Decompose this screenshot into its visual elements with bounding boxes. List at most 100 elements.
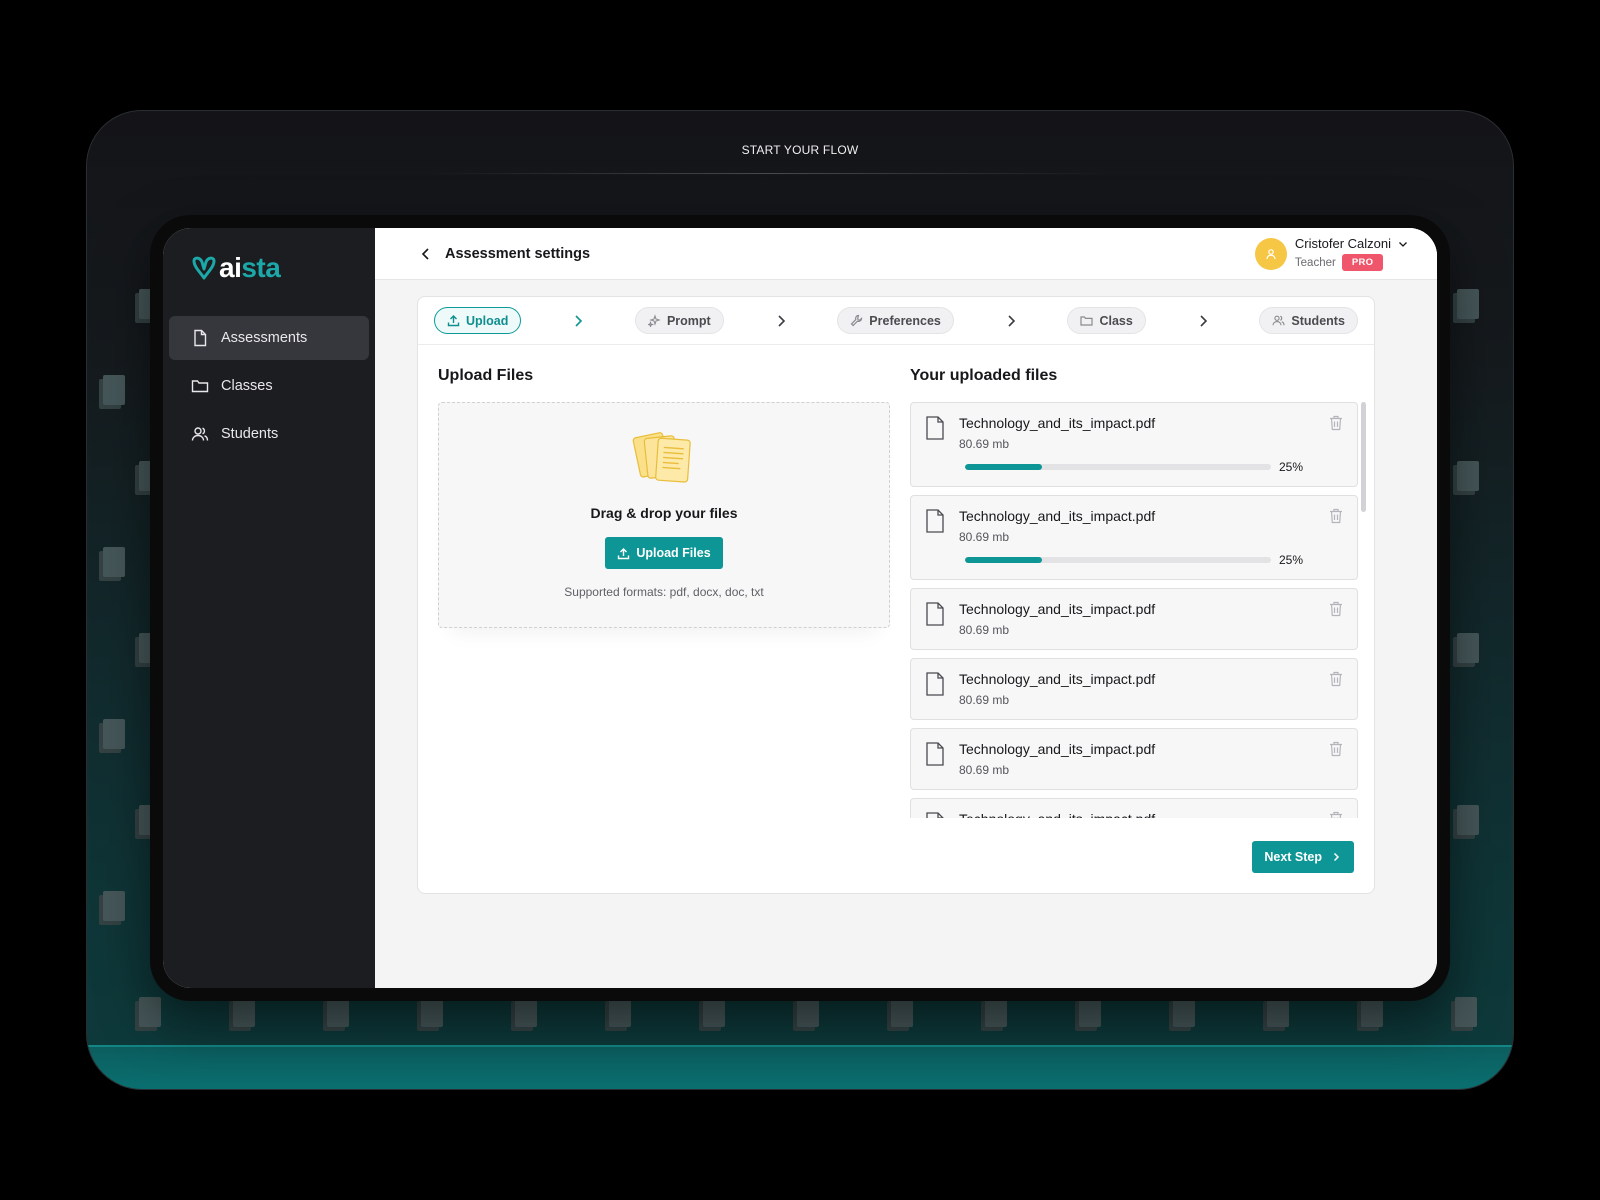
file-icon	[925, 416, 945, 440]
decorative-doc-icon	[887, 997, 913, 1031]
chevron-right-icon	[1003, 313, 1019, 329]
progress-fill	[965, 464, 1042, 470]
user-name: Cristofer Calzoni	[1295, 236, 1391, 251]
sidebar-item-classes[interactable]: Classes	[169, 364, 369, 408]
step-label: Class	[1099, 314, 1132, 328]
progress-percent: 25%	[1279, 460, 1303, 474]
decorative-doc-icon	[699, 997, 725, 1031]
chevron-down-icon[interactable]	[1397, 238, 1409, 250]
sidebar: aista Assessments Classes Students	[163, 228, 375, 988]
sidebar-item-label: Students	[221, 426, 278, 442]
file-size: 80.69 mb	[959, 530, 1343, 544]
step-label: Prompt	[667, 314, 711, 328]
logo-text-ai: ai	[219, 252, 241, 283]
upload-files-label: Upload Files	[636, 546, 710, 560]
file-icon	[925, 742, 945, 766]
upload-title: Upload Files	[438, 367, 890, 385]
top-bar: Assessment settings Cristofer Calzoni	[375, 228, 1437, 280]
file-card[interactable]: Technology_and_its_impact.pdf 80.69 mb	[910, 588, 1358, 650]
decorative-doc-icon	[99, 891, 125, 925]
user-menu[interactable]: Cristofer Calzoni Teacher PRO	[1255, 236, 1409, 271]
chevron-left-icon[interactable]	[419, 247, 433, 261]
file-card[interactable]: Technology_and_its_impact.pdf 80.69 mb 25%	[910, 495, 1358, 580]
file-card[interactable]: Technology_and_its_impact.pdf80.69 mb	[910, 658, 1358, 720]
panel-content: Upload Files Drag & drop your files	[418, 345, 1374, 818]
folder-icon	[1080, 314, 1093, 327]
chevron-right-icon	[1195, 313, 1211, 329]
logo-text-rest: sta	[241, 252, 280, 283]
decorative-doc-icon	[1453, 805, 1479, 839]
wrench-icon	[850, 314, 863, 327]
decorative-doc-icon	[511, 997, 537, 1031]
uploaded-files-list[interactable]: Technology_and_its_impact.pdf 80.69 mb 25%…	[910, 402, 1366, 818]
step-label: Preferences	[869, 314, 941, 328]
sidebar-nav: Assessments Classes Students	[163, 316, 375, 456]
trash-icon[interactable]	[1329, 811, 1343, 818]
decorative-doc-icon	[1357, 997, 1383, 1031]
decorative-doc-icon	[1453, 461, 1479, 495]
chevron-right-icon	[570, 313, 586, 329]
file-name: Technology_and_its_impact.pdf	[959, 508, 1343, 524]
upload-files-button[interactable]: Upload Files	[605, 537, 722, 569]
app-logo[interactable]: aista	[163, 242, 375, 294]
file-items: Technology_and_its_impact.pdf 80.69 mb 25%…	[910, 402, 1366, 818]
upload-progress: 25%	[965, 553, 1343, 567]
decorative-doc-icon	[99, 375, 125, 409]
avatar[interactable]	[1255, 238, 1287, 270]
file-name: Technology_and_its_impact.pdf	[959, 741, 1343, 757]
logo-heart-icon	[191, 255, 217, 281]
users-icon	[191, 425, 209, 443]
file-size: 80.69 mb	[959, 623, 1343, 637]
users-icon	[1272, 314, 1285, 327]
sidebar-item-assessments[interactable]: Assessments	[169, 316, 369, 360]
decorative-doc-icon	[1263, 997, 1289, 1031]
file-size: 80.69 mb	[959, 437, 1343, 451]
scrollbar-thumb[interactable]	[1361, 402, 1366, 512]
trash-icon[interactable]	[1329, 415, 1343, 431]
sidebar-item-students[interactable]: Students	[169, 412, 369, 456]
chevron-right-icon	[1330, 851, 1342, 863]
file-name: Technology_and_its_impact.pdf	[959, 811, 1343, 818]
progress-bar	[965, 557, 1271, 563]
trash-icon[interactable]	[1329, 671, 1343, 687]
next-step-button[interactable]: Next Step	[1252, 841, 1354, 873]
supported-formats: Supported formats: pdf, docx, doc, txt	[564, 585, 763, 599]
showcase-bottom-band	[87, 1045, 1513, 1089]
file-card[interactable]: Technology_and_its_impact.pdf80.69 mb	[910, 728, 1358, 790]
back-link[interactable]: Assessment settings	[419, 246, 590, 262]
progress-bar	[965, 464, 1271, 470]
file-name: Technology_and_its_impact.pdf	[959, 415, 1343, 431]
trash-icon[interactable]	[1329, 601, 1343, 617]
file-card[interactable]: Technology_and_its_impact.pdf 80.69 mb 25%	[910, 402, 1358, 487]
trash-icon[interactable]	[1329, 508, 1343, 524]
folder-icon	[191, 377, 209, 395]
step-preferences[interactable]: Preferences	[837, 307, 954, 334]
trash-icon[interactable]	[1329, 741, 1343, 757]
file-icon	[925, 812, 945, 818]
decorative-doc-icon	[1453, 633, 1479, 667]
decorative-doc-icon	[99, 719, 125, 753]
sparkle-icon	[648, 314, 661, 327]
step-students[interactable]: Students	[1259, 307, 1357, 334]
uploaded-files-section: Your uploaded files Technology_and_its_i…	[910, 367, 1362, 818]
decorative-doc-icon	[1453, 289, 1479, 323]
documents-icon	[631, 427, 697, 489]
step-prompt[interactable]: Prompt	[635, 307, 724, 334]
file-icon	[191, 329, 209, 347]
step-class[interactable]: Class	[1067, 307, 1145, 334]
step-upload[interactable]: Upload	[434, 307, 521, 334]
flow-divider	[427, 173, 1113, 174]
decorative-doc-icon	[1075, 997, 1101, 1031]
file-dropzone[interactable]: Drag & drop your files Upload Files Supp…	[438, 402, 890, 628]
progress-percent: 25%	[1279, 553, 1303, 567]
assessment-panel: Upload Prompt Preferences	[417, 296, 1375, 894]
decorative-doc-icon	[99, 547, 125, 581]
page-title: Assessment settings	[445, 246, 590, 262]
upload-progress: 25%	[965, 460, 1343, 474]
decorative-doc-icon	[1451, 997, 1477, 1031]
file-card[interactable]: Technology_and_its_impact.pdf80.69 mb	[910, 798, 1358, 818]
decorative-doc-icon	[323, 997, 349, 1031]
sidebar-item-label: Classes	[221, 378, 273, 394]
tablet-frame: aista Assessments Classes Students	[150, 215, 1450, 1001]
file-name: Technology_and_its_impact.pdf	[959, 601, 1343, 617]
